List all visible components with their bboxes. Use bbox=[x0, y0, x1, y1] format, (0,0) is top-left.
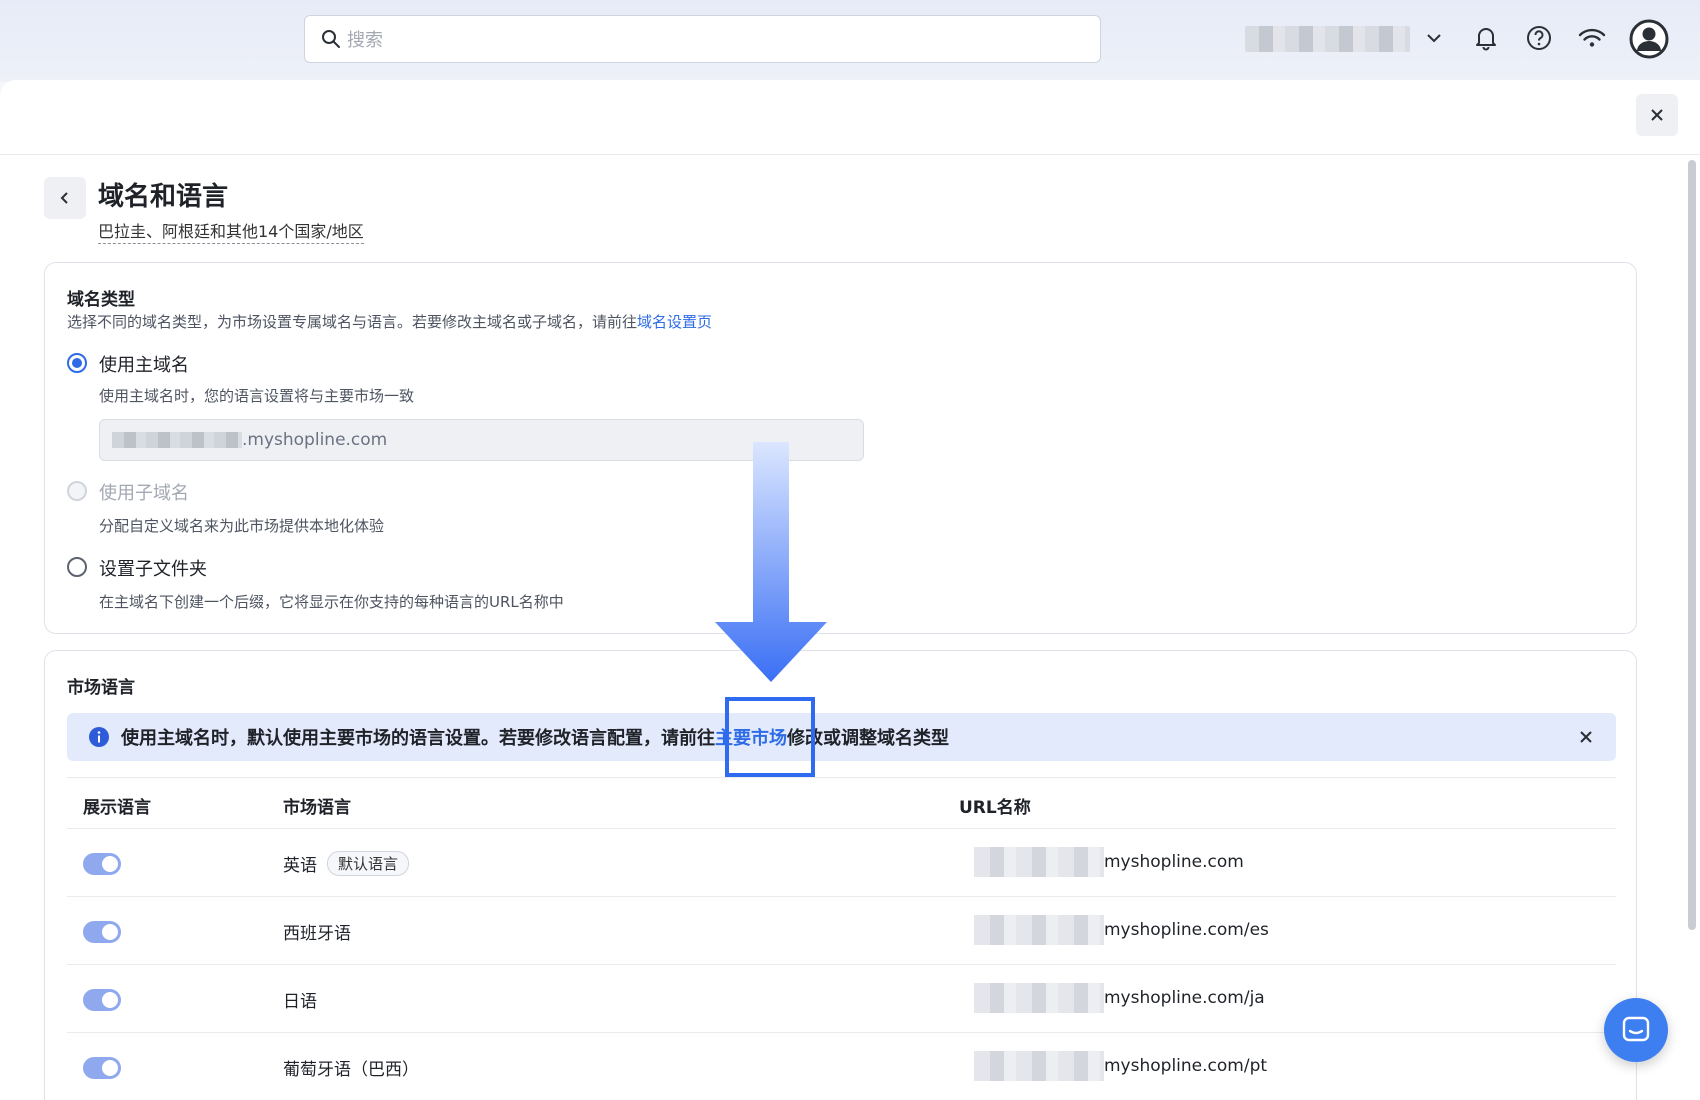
url-name: myshopline.com/es bbox=[1104, 920, 1269, 940]
language-name: 英语 bbox=[283, 856, 317, 876]
url-prefix-blurred bbox=[974, 983, 1104, 1013]
domain-type-description-text: 选择不同的域名类型，为市场设置专属域名与语言。若要修改主域名或子域名，请前往 bbox=[67, 313, 638, 331]
default-language-badge: 默认语言 bbox=[327, 851, 410, 876]
domain-type-title: 域名类型 bbox=[67, 290, 135, 310]
search-placeholder: 搜索 bbox=[347, 30, 383, 51]
language-name: 西班牙语 bbox=[283, 924, 351, 944]
notice-text: 使用主域名时，默认使用主要市场的语言设置。若要修改语言配置，请前往主要市场修改或… bbox=[121, 724, 949, 750]
bell-icon[interactable] bbox=[1470, 22, 1502, 54]
notice-close-icon[interactable] bbox=[1576, 727, 1596, 747]
info-icon bbox=[89, 727, 109, 747]
display-language-toggle[interactable] bbox=[83, 989, 121, 1011]
url-name: myshopline.com/ja bbox=[1104, 988, 1265, 1008]
table-row: 西班牙语 myshopline.com/es bbox=[67, 897, 1616, 965]
page-title: 域名和语言 bbox=[98, 182, 229, 212]
annotation-highlight-box bbox=[725, 697, 815, 777]
url-cell: myshopline.com bbox=[974, 847, 1244, 877]
display-language-toggle[interactable] bbox=[83, 921, 121, 943]
annotation-arrow bbox=[715, 442, 827, 682]
top-bar: 搜索 bbox=[0, 0, 1700, 82]
help-icon[interactable] bbox=[1523, 22, 1555, 54]
radio-subdomain[interactable] bbox=[67, 481, 87, 501]
market-regions[interactable]: 巴拉圭、阿根廷和其他14个国家/地区 bbox=[98, 218, 364, 244]
wifi-icon[interactable] bbox=[1576, 22, 1608, 54]
language-cell: 日语 bbox=[283, 987, 317, 1012]
market-language-title: 市场语言 bbox=[67, 678, 135, 698]
radio-primary-domain[interactable] bbox=[67, 353, 87, 373]
url-name: myshopline.com/pt bbox=[1104, 1056, 1268, 1076]
search-icon bbox=[322, 30, 340, 48]
market-language-card: 市场语言 使用主域名时，默认使用主要市场的语言设置。若要修改语言配置，请前往主要… bbox=[44, 650, 1637, 1100]
radio-subdomain-label[interactable]: 使用子域名 bbox=[99, 479, 189, 505]
table-row: 葡萄牙语（巴西） myshopline.com/pt bbox=[67, 1033, 1616, 1100]
table-header: 展示语言 市场语言 URL名称 bbox=[67, 777, 1616, 829]
user-avatar-icon[interactable] bbox=[1628, 18, 1670, 60]
chat-icon bbox=[1622, 1016, 1650, 1042]
panel-header bbox=[0, 80, 1700, 155]
radio-subfolder[interactable] bbox=[67, 557, 87, 577]
scrollbar[interactable] bbox=[1688, 160, 1696, 930]
url-prefix-blurred bbox=[974, 1051, 1104, 1081]
info-notice: 使用主域名时，默认使用主要市场的语言设置。若要修改语言配置，请前往主要市场修改或… bbox=[67, 713, 1616, 761]
domain-type-description: 选择不同的域名类型，为市场设置专属域名与语言。若要修改主域名或子域名，请前往域名… bbox=[67, 311, 712, 332]
language-cell: 葡萄牙语（巴西） bbox=[283, 1055, 419, 1080]
chevron-down-icon[interactable] bbox=[1418, 22, 1450, 54]
radio-subdomain-hint: 分配自定义域名来为此市场提供本地化体验 bbox=[99, 517, 385, 535]
back-button[interactable] bbox=[44, 177, 86, 219]
table-row: 英语 默认语言 myshopline.com bbox=[67, 829, 1616, 897]
domain-prefix-blurred bbox=[112, 432, 242, 448]
chat-support-button[interactable] bbox=[1604, 998, 1668, 1062]
display-language-toggle[interactable] bbox=[83, 1057, 121, 1079]
search-input[interactable]: 搜索 bbox=[304, 15, 1101, 63]
column-url-name: URL名称 bbox=[959, 798, 1031, 818]
domain-type-card: 域名类型 选择不同的域名类型，为市场设置专属域名与语言。若要修改主域名或子域名，… bbox=[44, 262, 1637, 634]
column-display-language: 展示语言 bbox=[83, 798, 151, 818]
close-icon bbox=[1651, 109, 1663, 121]
account-name-blurred[interactable] bbox=[1245, 26, 1410, 52]
notice-prefix: 使用主域名时，默认使用主要市场的语言设置。若要修改语言配置，请前往 bbox=[121, 728, 715, 749]
language-cell: 英语 默认语言 bbox=[283, 851, 410, 876]
url-prefix-blurred bbox=[974, 847, 1104, 877]
radio-subfolder-hint: 在主域名下创建一个后缀，它将显示在你支持的每种语言的URL名称中 bbox=[99, 593, 564, 611]
url-cell: myshopline.com/pt bbox=[974, 1051, 1267, 1081]
language-name: 葡萄牙语（巴西） bbox=[283, 1060, 419, 1080]
radio-subfolder-label[interactable]: 设置子文件夹 bbox=[99, 555, 207, 581]
display-language-toggle[interactable] bbox=[83, 853, 121, 875]
url-cell: myshopline.com/ja bbox=[974, 983, 1265, 1013]
radio-primary-domain-label[interactable]: 使用主域名 bbox=[99, 351, 189, 377]
close-button[interactable] bbox=[1636, 94, 1678, 136]
domain-settings-link[interactable]: 域名设置页 bbox=[637, 313, 712, 331]
column-market-language: 市场语言 bbox=[283, 798, 351, 818]
table-row: 日语 myshopline.com/ja bbox=[67, 965, 1616, 1033]
chevron-left-icon bbox=[60, 192, 68, 204]
url-prefix-blurred bbox=[974, 915, 1104, 945]
url-cell: myshopline.com/es bbox=[974, 915, 1269, 945]
language-cell: 西班牙语 bbox=[283, 919, 351, 944]
url-name: myshopline.com bbox=[1104, 852, 1244, 872]
domain-suffix: .myshopline.com bbox=[242, 430, 388, 450]
language-name: 日语 bbox=[283, 992, 317, 1012]
radio-primary-domain-hint: 使用主域名时，您的语言设置将与主要市场一致 bbox=[99, 387, 415, 405]
